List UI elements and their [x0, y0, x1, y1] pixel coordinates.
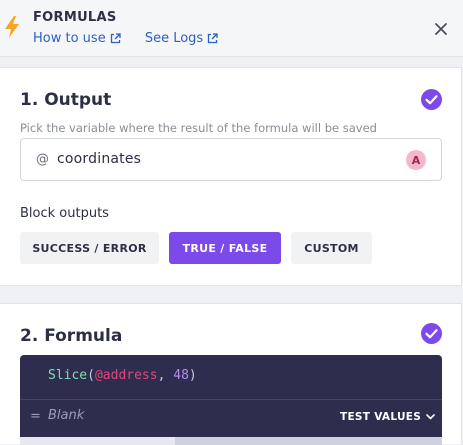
header-links: How to use See Logs — [33, 31, 238, 46]
formula-section: 2. Formula Slice(@address, 48) = Blank T… — [0, 303, 462, 445]
see-logs-link[interactable]: See Logs — [145, 31, 218, 46]
block-outputs-label: Block outputs — [20, 206, 109, 221]
at-sign-icon: @ — [36, 152, 49, 167]
avatar: A — [406, 150, 426, 170]
code-paren-close: ) — [188, 368, 197, 383]
success-error-button[interactable]: SUCCESS / ERROR — [20, 232, 159, 264]
code-number: 48 — [173, 368, 189, 383]
check-circle-icon — [421, 323, 442, 344]
editor-divider — [20, 399, 442, 400]
lightning-bolt-icon — [5, 16, 19, 38]
true-false-button[interactable]: TRUE / FALSE — [169, 232, 281, 264]
close-icon[interactable] — [434, 22, 448, 36]
output-variable-field[interactable]: @ coordinates A — [20, 138, 442, 181]
see-logs-label: See Logs — [144, 31, 204, 46]
output-hint: Pick the variable where the result of th… — [20, 121, 377, 135]
code-paren-open: ( — [87, 368, 95, 383]
test-values-button[interactable]: TEST VALUES — [340, 411, 435, 423]
external-link-icon — [110, 33, 121, 44]
output-heading: 1. Output — [20, 90, 112, 110]
how-to-use-label: How to use — [33, 31, 106, 46]
chevron-down-icon — [426, 414, 435, 420]
formula-result: Blank — [48, 408, 85, 423]
formula-code[interactable]: Slice(@address, 48) — [48, 368, 197, 383]
custom-button[interactable]: CUSTOM — [291, 232, 372, 264]
how-to-use-link[interactable]: How to use — [33, 31, 121, 46]
external-link-icon — [208, 33, 218, 44]
formulas-header: FORMULAS How to use See Logs — [0, 0, 463, 57]
panel-title: FORMULAS — [33, 10, 117, 25]
check-circle-icon — [421, 89, 442, 110]
formula-editor[interactable]: Slice(@address, 48) = Blank TEST VALUES — [20, 355, 442, 445]
test-values-label: TEST VALUES — [340, 411, 422, 423]
equals-icon: = — [30, 409, 41, 424]
code-variable: @address — [94, 368, 158, 383]
code-function: Slice — [48, 368, 88, 383]
code-separator: , — [157, 368, 174, 383]
output-variable-value: coordinates — [57, 151, 142, 167]
output-section: 1. Output Pick the variable where the re… — [0, 67, 462, 286]
formula-heading: 2. Formula — [20, 326, 123, 346]
